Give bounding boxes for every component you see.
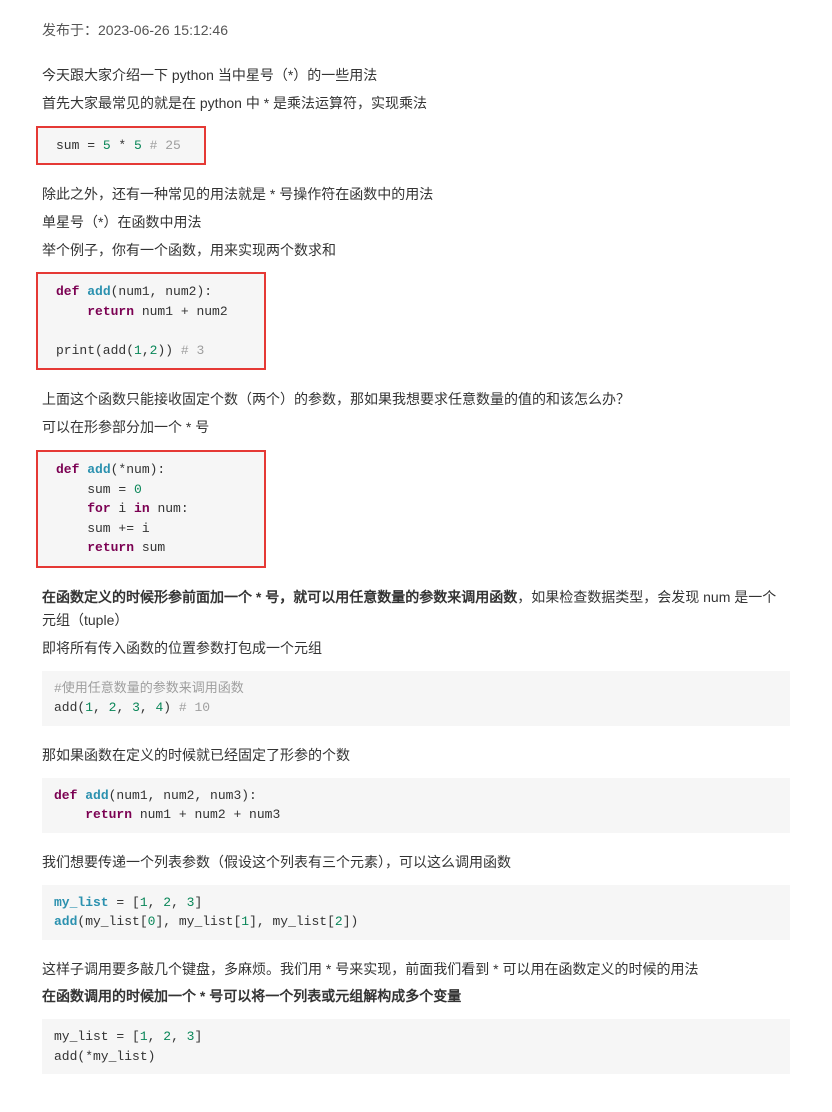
code-block-3: def add(*num): sum = 0 for i in num: sum…	[36, 450, 266, 568]
publish-date: 发布于：2023-06-26 15:12:46	[42, 20, 790, 40]
para-8: 在函数定义的时候形参前面加一个 * 号，就可以用任意数量的参数来调用函数，如果检…	[42, 586, 790, 634]
para-5: 举个例子，你有一个函数，用来实现两个数求和	[42, 239, 790, 263]
para-intro-1: 今天跟大家介绍一下 python 当中星号（*）的一些用法	[42, 64, 790, 88]
para-13: 在函数调用的时候加一个 * 号可以将一个列表或元组解构成多个变量	[42, 985, 790, 1009]
para-9: 即将所有传入函数的位置参数打包成一个元组	[42, 637, 790, 661]
para-3: 除此之外，还有一种常见的用法就是 * 号操作符在函数中的用法	[42, 183, 790, 207]
code-block-7: my_list = [1, 2, 3] add(*my_list)	[42, 1019, 790, 1074]
code-block-5: def add(num1, num2, num3): return num1 +…	[42, 778, 790, 833]
para-12: 这样子调用要多敲几个键盘，多麻烦。我们用 * 号来实现，前面我们看到 * 可以用…	[42, 958, 790, 982]
article-body: 发布于：2023-06-26 15:12:46 今天跟大家介绍一下 python…	[0, 0, 832, 1112]
code-block-6: my_list = [1, 2, 3] add(my_list[0], my_l…	[42, 885, 790, 940]
para-4: 单星号（*）在函数中用法	[42, 211, 790, 235]
para-8-bold: 在函数定义的时候形参前面加一个 * 号，就可以用任意数量的参数来调用函数	[42, 589, 517, 605]
code-block-1: sum = 5 * 5 # 25	[36, 126, 206, 166]
para-10: 那如果函数在定义的时候就已经固定了形参的个数	[42, 744, 790, 768]
publish-label: 发布于：	[42, 22, 98, 38]
code-block-2: def add(num1, num2): return num1 + num2 …	[36, 272, 266, 370]
code-block-4: #使用任意数量的参数来调用函数 add(1, 2, 3, 4) # 10	[42, 671, 790, 726]
para-7: 可以在形参部分加一个 * 号	[42, 416, 790, 440]
para-intro-2: 首先大家最常见的就是在 python 中 * 是乘法运算符，实现乘法	[42, 92, 790, 116]
publish-time: 2023-06-26 15:12:46	[98, 22, 228, 38]
para-11: 我们想要传递一个列表参数（假设这个列表有三个元素），可以这么调用函数	[42, 851, 790, 875]
para-6: 上面这个函数只能接收固定个数（两个）的参数，那如果我想要求任意数量的值的和该怎么…	[42, 388, 790, 412]
